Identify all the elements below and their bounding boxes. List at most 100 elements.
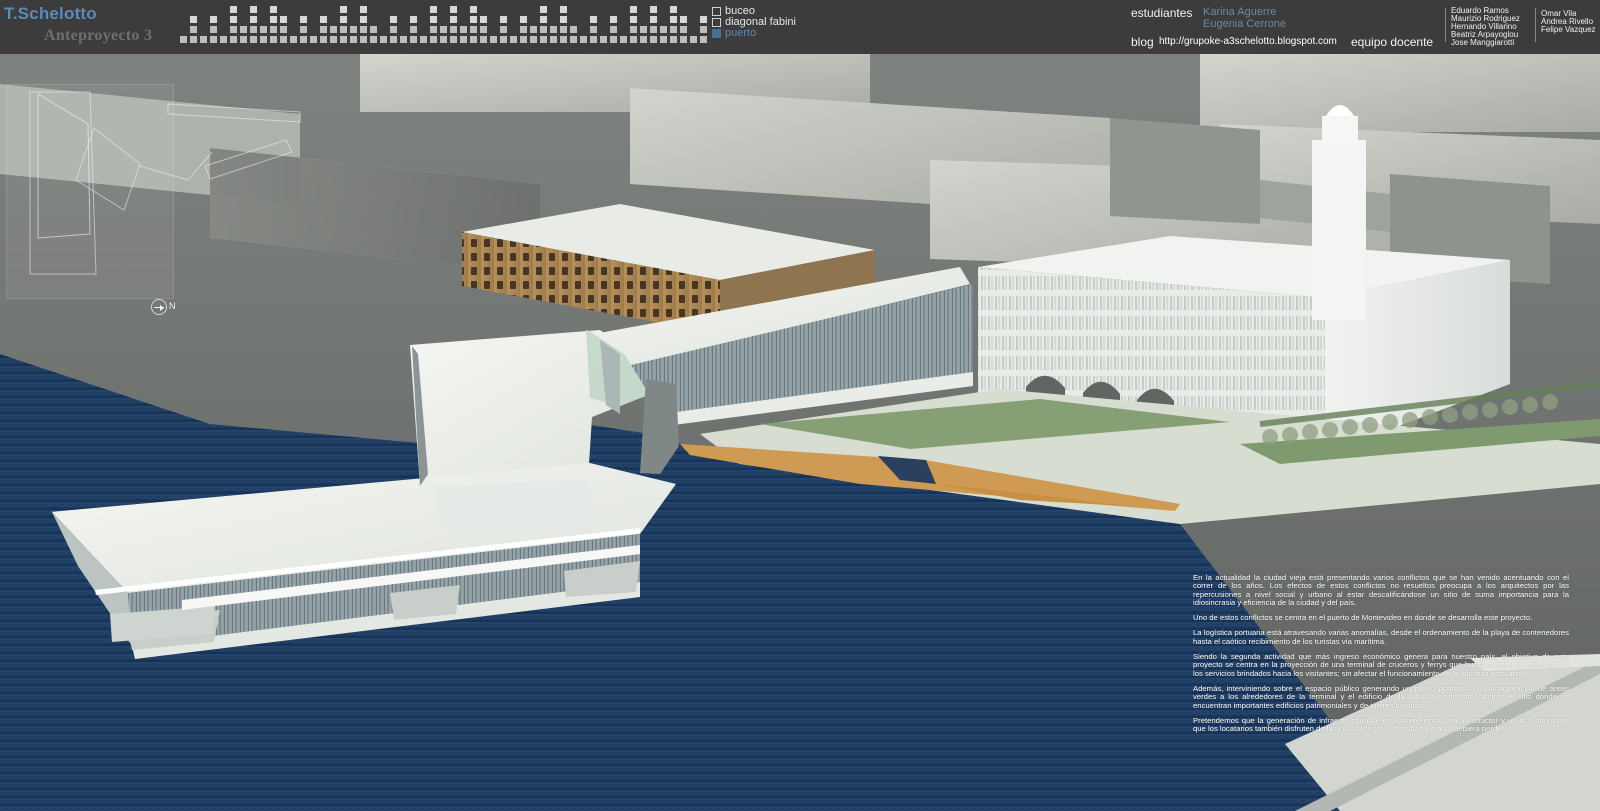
pixel-cell: [180, 36, 187, 43]
pixel-cell: [500, 16, 507, 23]
pixel-cell: [330, 26, 337, 33]
pixel-cell: [700, 26, 707, 33]
pixel-cell: [640, 26, 647, 33]
pixel-cell: [250, 36, 257, 43]
description-paragraph-5: Además, interviniendo sobre el espacio p…: [1193, 683, 1569, 710]
pixel-cell: [650, 26, 657, 33]
pixel-cell: [660, 26, 667, 33]
students-title: estudiantes: [1131, 6, 1193, 20]
students-list: Karina Aguerre Eugenia Cerrone: [1203, 6, 1286, 30]
pixel-cell: [650, 36, 657, 43]
pixel-cell: [580, 36, 587, 43]
pixel-cell: [260, 36, 267, 43]
team-label: equipo docente: [1351, 35, 1434, 49]
pixel-cell: [520, 26, 527, 33]
pixel-cell: [540, 16, 547, 23]
pixel-cell: [430, 16, 437, 23]
pixel-cell: [390, 16, 397, 23]
pixel-cell: [370, 36, 377, 43]
pixel-cell: [480, 16, 487, 23]
pixel-cell: [630, 26, 637, 33]
site-legend: buceo diagonal fabini puerto: [712, 6, 796, 39]
pixel-cell: [320, 16, 327, 23]
pixel-cell: [390, 36, 397, 43]
pixel-cell: [400, 36, 407, 43]
pixel-cell: [560, 26, 567, 33]
pixel-cell: [500, 36, 507, 43]
teacher-name-8: Felipe Vazquez: [1541, 25, 1596, 34]
pixel-cell: [680, 26, 687, 33]
pixel-cell: [670, 16, 677, 23]
pixel-cell: [640, 36, 647, 43]
pixel-cell: [610, 26, 617, 33]
pixel-cell: [230, 26, 237, 33]
pixel-cell: [280, 16, 287, 23]
pixel-cell: [450, 6, 457, 13]
pixel-cell: [480, 36, 487, 43]
pixel-cell: [540, 36, 547, 43]
north-label: N: [169, 301, 176, 311]
pixel-cell: [340, 16, 347, 23]
pixel-cell: [520, 16, 527, 23]
pixel-cell: [420, 36, 427, 43]
pixel-cell: [270, 6, 277, 13]
pixel-cell: [500, 26, 507, 33]
pixel-cell: [300, 36, 307, 43]
pixel-cell: [190, 36, 197, 43]
pixel-cell: [270, 36, 277, 43]
pixel-cell: [460, 36, 467, 43]
pixel-cell: [230, 16, 237, 23]
pixel-cell: [470, 26, 477, 33]
pixel-cell: [450, 36, 457, 43]
blog-label: blog: [1131, 35, 1154, 49]
description-paragraph-1: En la actualidad la ciudad vieja está pr…: [1193, 573, 1569, 607]
pixel-cell: [540, 6, 547, 13]
pixel-cell: [390, 26, 397, 33]
pixel-cell: [340, 26, 347, 33]
pixel-cell: [660, 36, 667, 43]
pixel-cell: [270, 26, 277, 33]
pixel-pattern-band: [180, 6, 707, 43]
pixel-cell: [210, 36, 217, 43]
north-arrow-icon: [151, 299, 167, 315]
pixel-cell: [230, 36, 237, 43]
pixel-cell: [630, 16, 637, 23]
legend-box-buceo: [712, 7, 721, 16]
pixel-cell: [330, 36, 337, 43]
pixel-cell: [280, 26, 287, 33]
pixel-cell: [300, 16, 307, 23]
pixel-cell: [290, 36, 297, 43]
pixel-cell: [320, 26, 327, 33]
pixel-cell: [320, 36, 327, 43]
pixel-cell: [410, 26, 417, 33]
pixel-cell: [460, 26, 467, 33]
pixel-cell: [210, 26, 217, 33]
site-minimap: N: [6, 84, 176, 315]
header-divider-left: [1445, 8, 1446, 42]
student-name-1: Karina Aguerre: [1203, 6, 1277, 18]
brand-title: T.Schelotto: [4, 4, 97, 23]
pixel-cell: [340, 36, 347, 43]
pixel-cell: [540, 26, 547, 33]
pixel-cell: [190, 26, 197, 33]
pixel-cell: [470, 16, 477, 23]
pixel-cell: [680, 16, 687, 23]
blog-url: http://grupoke-a3schelotto.blogspot.com: [1159, 36, 1337, 47]
pixel-cell: [440, 36, 447, 43]
project-subtitle: Anteproyecto 3: [44, 27, 153, 44]
pixel-cell: [190, 16, 197, 23]
teacher-name-5: Jose Manggiarotti: [1451, 38, 1515, 47]
pixel-cell: [620, 36, 627, 43]
pixel-cell: [670, 6, 677, 13]
pixel-cell: [210, 16, 217, 23]
pixel-cell: [430, 36, 437, 43]
pixel-cell: [230, 6, 237, 13]
pixel-cell: [560, 16, 567, 23]
pixel-cell: [520, 36, 527, 43]
legend-box-diagonal-fabini: [712, 18, 721, 27]
pixel-cell: [200, 36, 207, 43]
pixel-cell: [240, 26, 247, 33]
presentation-board: T.Schelotto Anteproyecto 3 buceo diagona…: [0, 0, 1600, 811]
pixel-cell: [570, 36, 577, 43]
header-divider-right: [1535, 8, 1536, 42]
